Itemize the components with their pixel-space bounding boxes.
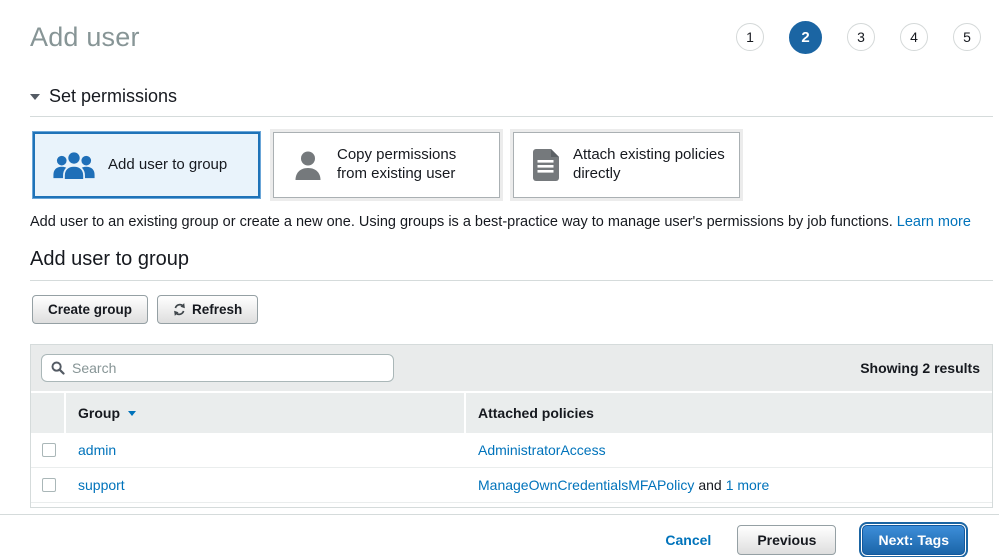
search-icon: [51, 361, 65, 375]
page-title: Add user: [30, 22, 140, 53]
permission-option-cards: Add user to group Copy permissions from …: [33, 132, 993, 198]
row-checkbox-cell: [31, 443, 66, 457]
card-attach-policies[interactable]: Attach existing policies directly: [513, 132, 740, 198]
row-checkbox[interactable]: [42, 443, 56, 457]
card-label: Attach existing policies directly: [573, 146, 729, 184]
card-label: Copy permissions from existing user: [337, 146, 489, 184]
wizard-step-1[interactable]: 1: [736, 23, 764, 51]
collapse-icon: [30, 94, 40, 100]
card-label: Add user to group: [108, 156, 227, 175]
wizard-step-4[interactable]: 4: [900, 23, 928, 51]
search-box[interactable]: [41, 354, 394, 382]
column-header-attached-policies[interactable]: Attached policies: [466, 393, 992, 433]
table-body: admin AdministratorAccess support Manage…: [31, 433, 992, 507]
main-content: Add user 1 2 3 4 5 Set permissions: [0, 16, 999, 508]
group-section-title: Add user to group: [30, 248, 993, 281]
section-description: Add user to an existing group or create …: [30, 214, 993, 230]
refresh-label: Refresh: [192, 302, 242, 317]
policy-link[interactable]: ManageOwnCredentialsMFAPolicy: [478, 477, 694, 493]
card-copy-permissions[interactable]: Copy permissions from existing user: [273, 132, 500, 198]
sort-desc-icon: [128, 411, 136, 416]
refresh-button[interactable]: Refresh: [157, 295, 258, 324]
wizard-footer: Cancel Previous Next: Tags: [0, 514, 999, 557]
wizard-steps: 1 2 3 4 5: [736, 21, 981, 54]
policies-cell: AdministratorAccess: [466, 442, 992, 458]
group-icon: [53, 150, 95, 180]
group-cell: admin: [66, 442, 466, 458]
set-permissions-toggle[interactable]: Set permissions: [30, 86, 993, 117]
set-permissions-title: Set permissions: [49, 86, 177, 107]
learn-more-link[interactable]: Learn more: [897, 214, 971, 230]
table-header: Group Attached policies: [31, 391, 992, 433]
policies-cell: ManageOwnCredentialsMFAPolicyand 1 more: [466, 477, 992, 493]
group-link[interactable]: admin: [78, 442, 116, 458]
previous-button[interactable]: Previous: [737, 525, 836, 555]
wizard-step-3[interactable]: 3: [847, 23, 875, 51]
document-icon: [532, 149, 560, 181]
column-label: Attached policies: [478, 405, 594, 421]
group-link[interactable]: support: [78, 477, 125, 493]
group-cell: support: [66, 477, 466, 493]
next-tags-button[interactable]: Next: Tags: [862, 525, 965, 555]
column-header-group[interactable]: Group: [66, 393, 466, 433]
refresh-icon: [173, 303, 186, 316]
table-row-support: support ManageOwnCredentialsMFAPolicyand…: [31, 468, 992, 503]
group-actions: Create group Refresh: [32, 295, 993, 324]
groups-table: Showing 2 results Group Attached policie…: [30, 344, 993, 508]
wizard-step-5[interactable]: 5: [953, 23, 981, 51]
table-toolbar: Showing 2 results: [31, 345, 992, 391]
row-checkbox-cell: [31, 478, 66, 492]
search-input[interactable]: [72, 360, 384, 376]
policy-link[interactable]: AdministratorAccess: [478, 442, 606, 458]
page-header: Add user 1 2 3 4 5: [30, 16, 993, 58]
card-add-user-to-group[interactable]: Add user to group: [33, 132, 260, 198]
row-checkbox[interactable]: [42, 478, 56, 492]
user-icon: [292, 149, 324, 181]
create-group-button[interactable]: Create group: [32, 295, 148, 324]
table-row-admin: admin AdministratorAccess: [31, 433, 992, 468]
wizard-step-2-active[interactable]: 2: [789, 21, 822, 54]
column-label: Group: [78, 405, 120, 421]
policy-separator: and: [698, 477, 721, 493]
cancel-button[interactable]: Cancel: [665, 532, 711, 548]
policy-more-link[interactable]: 1 more: [726, 477, 770, 493]
description-text: Add user to an existing group or create …: [30, 214, 893, 230]
results-count: Showing 2 results: [860, 360, 980, 376]
header-checkbox-cell: [31, 393, 66, 433]
